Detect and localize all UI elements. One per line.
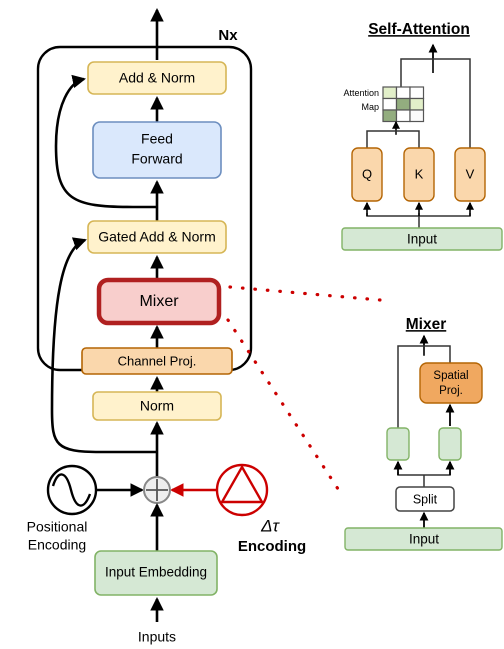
mixer-branch-left-box	[386, 427, 410, 461]
nx-repeat-label: Nx	[218, 27, 238, 44]
key-label: K	[415, 166, 424, 181]
gated-add-norm-label: Gated Add & Norm	[98, 229, 216, 245]
channel-proj-label: Channel Proj.	[118, 353, 197, 368]
delta-tau-encoding-icon	[215, 463, 269, 517]
attention-cell-r2c2	[409, 109, 425, 123]
attention-map-grid	[382, 86, 425, 123]
inputs-label: Inputs	[138, 629, 176, 645]
attention-cell-r1c1	[395, 97, 411, 111]
self-attention-input-label: Input	[407, 232, 437, 247]
mx-edge-split-fanout	[397, 472, 451, 476]
model-architecture-diagram: Nx Add & Norm Feed Forward Gated Add & N…	[27, 7, 503, 645]
mixer-label: Mixer	[139, 293, 179, 310]
query-label: Q	[362, 166, 372, 181]
attention-cell-r0c0	[382, 86, 398, 100]
norm-label: Norm	[140, 398, 174, 414]
split-label: Split	[413, 492, 438, 506]
feed-forward-label-line1: Feed	[141, 131, 173, 147]
attention-map-label-line1: Attention	[343, 88, 379, 98]
attention-cell-r2c0	[382, 109, 398, 123]
attention-map-label-line2: Map	[361, 102, 379, 112]
delta-tau-encoding-label: Encoding	[238, 538, 306, 555]
sa-edge-qk-bracket	[366, 130, 420, 148]
mixer-branch-right-box	[438, 427, 462, 461]
feed-forward-label-line2: Forward	[131, 151, 182, 167]
add-norm-label: Add & Norm	[119, 70, 195, 86]
attention-cell-r1c0	[382, 97, 398, 111]
mixer-input-label: Input	[409, 532, 439, 547]
attention-cell-r1c2	[409, 97, 425, 111]
delta-tau-symbol: Δτ	[260, 516, 280, 535]
attention-cell-r0c2	[409, 86, 425, 100]
input-embedding-label: Input Embedding	[105, 565, 207, 580]
attention-cell-r2c1	[395, 109, 411, 123]
attention-cell-r0c1	[395, 86, 411, 100]
callout-line-self-attention	[228, 285, 382, 302]
spatial-proj-label-line1: Spatial	[433, 370, 468, 382]
self-attention-title: Self-Attention	[368, 21, 470, 38]
positional-encoding-label-line2: Encoding	[28, 537, 86, 553]
value-label: V	[466, 166, 475, 181]
spatial-proj-label-line2: Proj.	[439, 385, 463, 397]
mixer-panel-title: Mixer	[406, 316, 447, 333]
positional-encoding-label-line1: Positional	[27, 519, 88, 535]
